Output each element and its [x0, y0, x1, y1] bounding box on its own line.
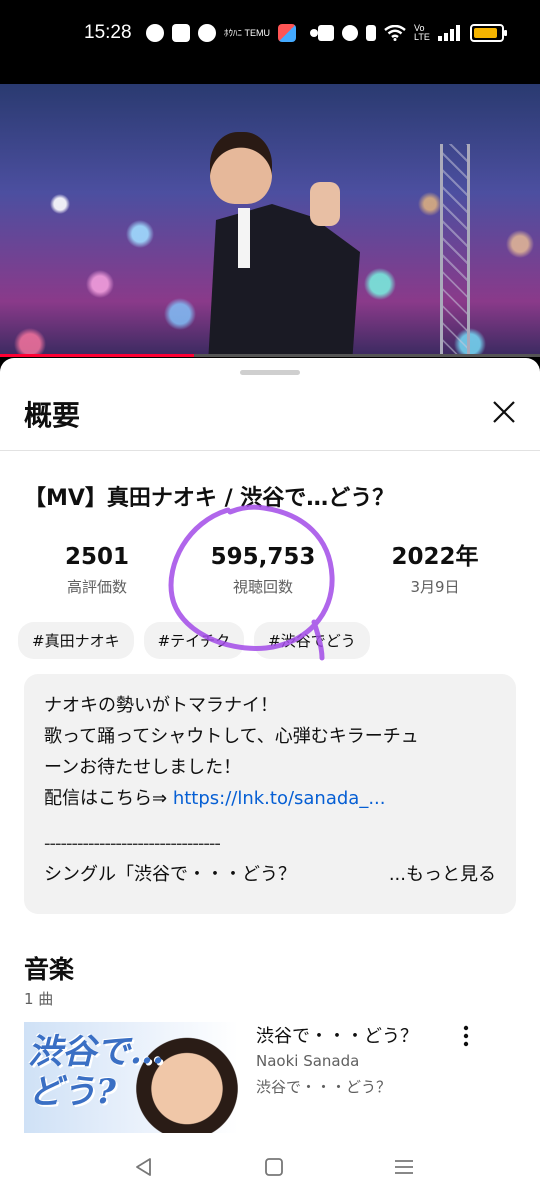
- desc-line: シングル「渋谷で・・・どう？: [44, 864, 296, 885]
- artwork-text-line: 渋谷で…: [28, 1032, 164, 1072]
- multi-app-icon: [278, 24, 296, 42]
- home-icon[interactable]: [262, 1155, 286, 1179]
- performer-hand: [310, 182, 340, 226]
- stream-link[interactable]: https://lnk.to/sanada_...: [173, 788, 386, 809]
- date-year: 2022年: [391, 544, 479, 570]
- facebook-icon: [146, 24, 164, 42]
- temu-icon: ﾎｳﾊﾆ TEMU: [224, 27, 270, 38]
- desc-line: 配信はこちら⇒ https://lnk.to/sanada_...: [44, 783, 496, 814]
- performer-shirt: [238, 208, 250, 268]
- drag-handle[interactable]: [240, 370, 300, 375]
- desc-line: ナオキの勢いがトマラナイ！: [44, 695, 278, 716]
- description-box[interactable]: ナオキの勢いがトマラナイ！ 歌って踊ってシャウトして、心弾むキラーチュ ーンお待…: [24, 674, 516, 914]
- hashtag-chip[interactable]: #真田ナオキ: [18, 622, 134, 659]
- likes-value: 2501: [64, 544, 129, 570]
- desc-line: 歌って踊ってシャウトして、心弾むキラーチュ: [44, 726, 419, 747]
- music-section-title: 音楽: [24, 955, 75, 984]
- show-more-button[interactable]: ...もっと見る: [389, 859, 496, 890]
- battery-fill: [474, 28, 498, 38]
- track-album: 渋谷で・・・どう？: [256, 1078, 392, 1096]
- views-value: 595,753: [210, 544, 316, 570]
- close-icon[interactable]: [488, 396, 520, 428]
- notification-dot-icon: [310, 29, 318, 37]
- track-artwork[interactable]: 渋谷で… どう?: [24, 1022, 238, 1133]
- status-time: 15:28: [84, 22, 132, 43]
- hashtag-chip[interactable]: #渋谷でどう: [254, 622, 370, 659]
- alarm-icon: [342, 25, 358, 41]
- desc-line: ーンお待たせしました！: [44, 757, 242, 778]
- status-bar: 15:28 ﾎｳﾊﾆ TEMU Vo LTE: [0, 0, 540, 70]
- hashtag-chip[interactable]: #テイチク: [143, 622, 245, 659]
- system-nav-bar: [0, 1133, 540, 1199]
- views-stat: 595,753 視聴回数: [188, 542, 338, 597]
- artwork-text-line: どう?: [28, 1072, 116, 1112]
- views-label: 視聴回数: [232, 578, 293, 596]
- performer-head: [210, 132, 272, 204]
- bluetooth-icon: [366, 25, 376, 41]
- volte-icon: Vo LTE: [414, 23, 430, 42]
- signal-icon: [438, 25, 462, 41]
- pinterest-icon: [198, 24, 216, 42]
- video-title: 【MV】真田ナオキ / 渋谷で…どう？: [24, 486, 395, 511]
- battery-icon: [470, 24, 507, 42]
- artwork-text: 渋谷で… どう?: [28, 1032, 164, 1112]
- likes-stat: 2501 高評価数: [22, 542, 172, 597]
- nfc-icon: [318, 25, 334, 41]
- status-right-icons: Vo LTE: [318, 23, 507, 42]
- likes-label: 高評価数: [66, 578, 127, 596]
- sheet-title: 概要: [24, 399, 81, 432]
- hashtag-list: #真田ナオキ #テイチク #渋谷でどう: [18, 622, 370, 659]
- performer: [200, 124, 380, 356]
- track-artist: Naoki Sanada: [256, 1052, 360, 1070]
- progress-track[interactable]: [0, 354, 540, 357]
- recents-icon[interactable]: [392, 1155, 416, 1179]
- performer-suit: [208, 204, 360, 356]
- progress-fill: [0, 354, 195, 357]
- wifi-icon: [384, 25, 406, 41]
- music-count: 1 曲: [24, 990, 54, 1008]
- date-day: 3月9日: [410, 578, 460, 596]
- stats-row: 2501 高評価数 595,753 視聴回数 2022年 3月9日: [0, 542, 540, 602]
- youtube-icon: [172, 24, 190, 42]
- status-left-icons: ﾎｳﾊﾆ TEMU: [146, 24, 318, 42]
- divider: [0, 450, 540, 451]
- desc-text: 配信はこちら⇒: [44, 788, 173, 809]
- video-player[interactable]: [0, 84, 540, 356]
- description-sheet: 概要 【MV】真田ナオキ / 渋谷で…どう？ 2501 高評価数 595,753…: [0, 358, 540, 1133]
- back-icon[interactable]: [132, 1155, 156, 1179]
- stage-truss: [440, 144, 470, 356]
- desc-more-row: シングル「渋谷で・・・どう？ ...もっと見る: [44, 859, 496, 890]
- track-name[interactable]: 渋谷で・・・どう？: [256, 1022, 418, 1048]
- desc-rule: --------------------------------: [44, 833, 221, 854]
- more-vert-icon[interactable]: [456, 1024, 476, 1048]
- date-stat: 2022年 3月9日: [360, 542, 510, 597]
